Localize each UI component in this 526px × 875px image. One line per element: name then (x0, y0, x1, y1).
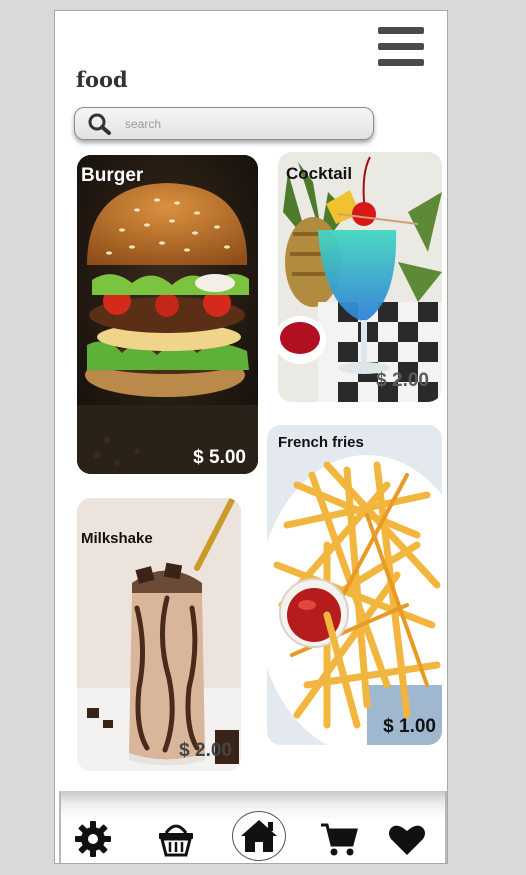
product-card-milkshake[interactable]: Milkshake $ 2.00 (77, 498, 241, 771)
cart-icon (321, 823, 358, 856)
app-screen: food search Burger $ 5.00 Cocktail $ 2.0… (54, 10, 448, 864)
search-icon[interactable] (87, 112, 113, 136)
nav-basket[interactable] (156, 819, 196, 863)
product-name: Burger (81, 165, 144, 186)
nav-home[interactable] (232, 811, 286, 861)
cocktail-image (278, 152, 442, 402)
product-price: $ 1.00 (383, 716, 436, 737)
product-name: Milkshake (81, 530, 153, 547)
hamburger-menu-icon[interactable] (378, 25, 426, 69)
home-icon (241, 820, 277, 852)
nav-settings[interactable] (73, 819, 113, 863)
basket-icon (159, 824, 193, 857)
bottom-navigation (59, 791, 447, 863)
product-card-burger[interactable]: Burger $ 5.00 (77, 155, 258, 474)
search-bar[interactable] (74, 107, 374, 140)
app-title: food (76, 67, 128, 92)
product-price: $ 2.00 (376, 370, 429, 391)
search-input[interactable] (123, 114, 357, 134)
product-name: French fries (278, 434, 364, 451)
heart-icon (389, 825, 425, 855)
product-price: $ 5.00 (193, 447, 246, 468)
product-price: $ 2.00 (179, 740, 232, 761)
gear-icon (75, 821, 111, 857)
product-card-french-fries[interactable]: French fries $ 1.00 (267, 425, 442, 745)
nav-favorites[interactable] (387, 819, 427, 863)
nav-cart[interactable] (319, 819, 359, 863)
product-card-cocktail[interactable]: Cocktail $ 2.00 (278, 152, 442, 402)
product-name: Cocktail (286, 164, 353, 183)
french-fries-image (267, 425, 442, 745)
burger-image (77, 155, 258, 474)
